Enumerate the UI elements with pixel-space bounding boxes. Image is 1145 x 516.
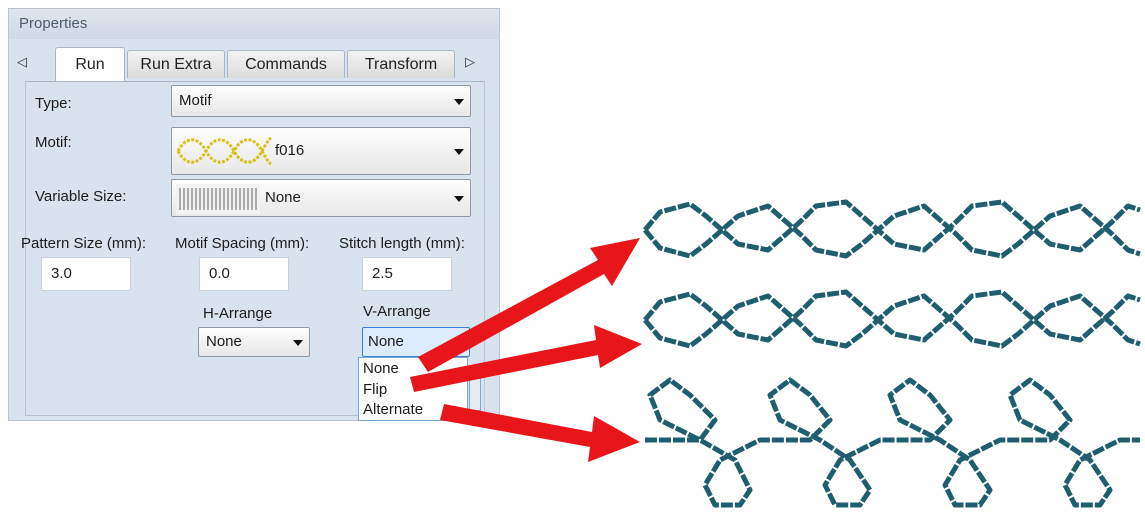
stitch-row-flip bbox=[643, 289, 1141, 349]
stitch-row-none bbox=[643, 199, 1141, 259]
tab-run[interactable]: Run bbox=[55, 47, 125, 81]
arrow-alternate-icon bbox=[440, 404, 640, 462]
stitch-preview-illustration bbox=[410, 199, 1141, 508]
stitch-row-alternate bbox=[645, 377, 1140, 508]
